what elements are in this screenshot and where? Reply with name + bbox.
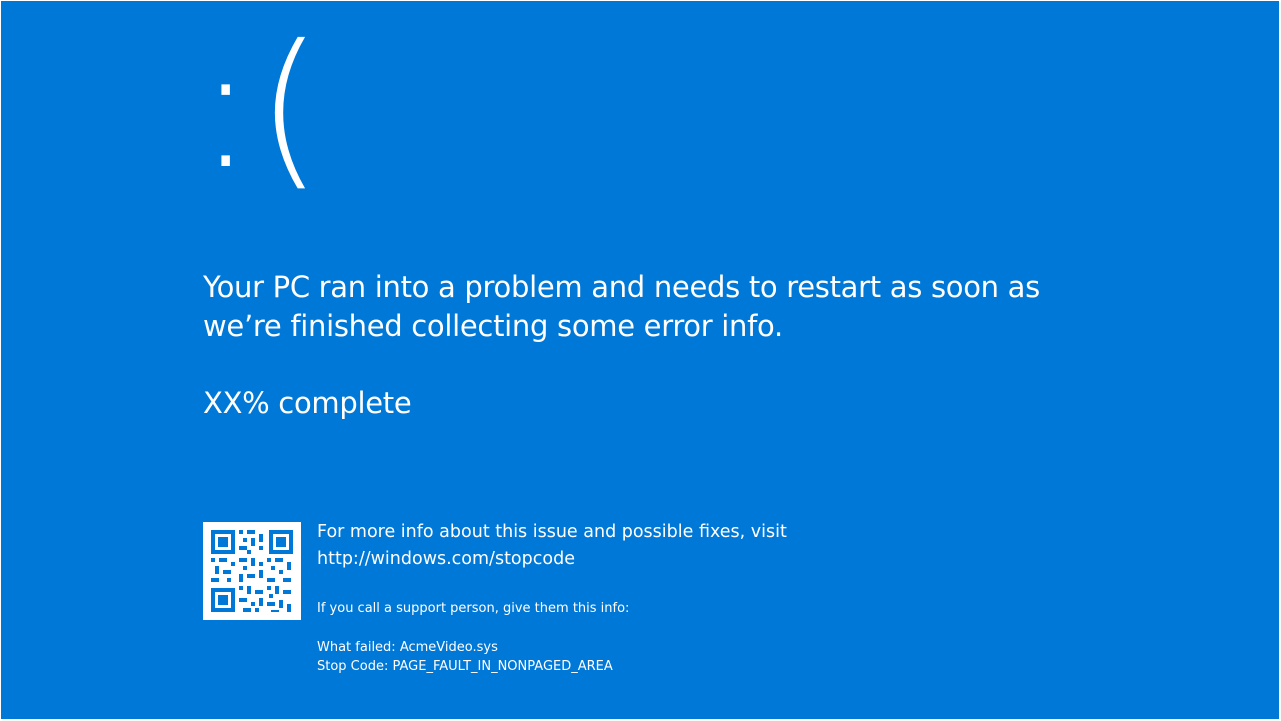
support-info-text: If you call a support person, give them …: [317, 601, 630, 616]
error-message: Your PC ran into a problem and needs to …: [203, 270, 1040, 343]
blue-screen: :( Your PC ran into a problem and needs …: [1, 1, 1279, 719]
progress-percent: XX% complete: [203, 386, 412, 420]
more-info-text: For more info about this issue and possi…: [317, 522, 787, 542]
what-failed-text: What failed: AcmeVideo.sys: [317, 640, 498, 655]
qr-code-icon: [203, 522, 301, 620]
stop-code-text: Stop Code: PAGE_FAULT_IN_NONPAGED_AREA: [317, 659, 613, 674]
sad-face-emoticon: :(: [197, 9, 325, 207]
stopcode-link[interactable]: http://windows.com/stopcode: [317, 547, 575, 571]
